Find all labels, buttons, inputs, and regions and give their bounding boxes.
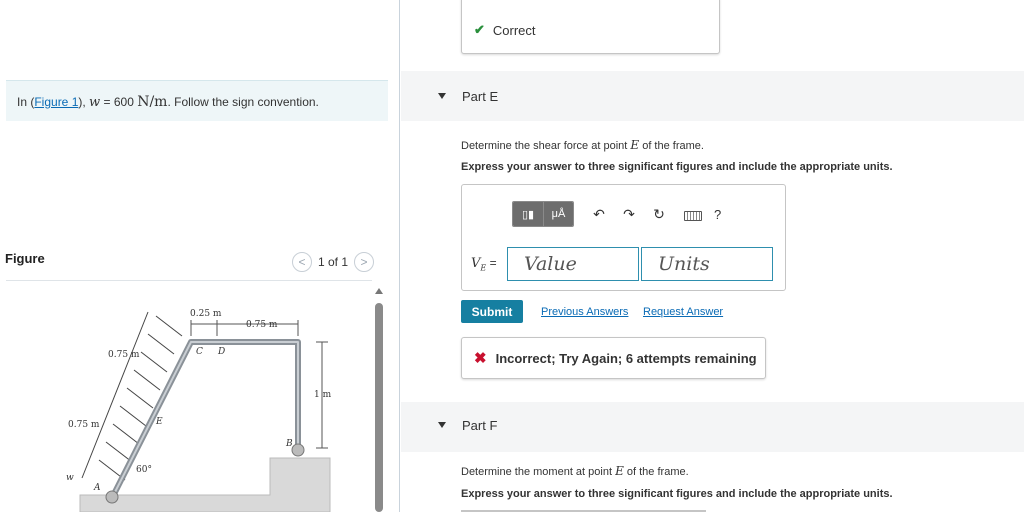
incorrect-text: Incorrect; Try Again; 6 attempts remaini… <box>495 350 757 366</box>
previous-answers-link[interactable]: Previous Answers <box>541 306 628 318</box>
point-d-label: D <box>217 347 225 357</box>
answer-var: V <box>471 255 481 271</box>
answer-toolbar: ▯▮ μÅ ↶ ↷ ↻ ? <box>512 201 721 227</box>
point-c-label: C <box>196 347 203 357</box>
figure-divider <box>6 280 372 281</box>
part-e-question-var: E <box>630 138 640 152</box>
angle-label: 60° <box>136 465 152 475</box>
tool-group: ▯▮ μÅ <box>512 201 574 227</box>
figure-link[interactable]: Figure 1 <box>34 95 78 109</box>
load-unit: N/m <box>137 94 168 110</box>
redo-icon[interactable]: ↷ <box>618 202 640 226</box>
point-a-label: A <box>93 483 101 493</box>
dim-top-cd-label: 0.25 m <box>190 309 222 319</box>
dim-upper-left-label: 0.75 m <box>108 350 140 360</box>
units-icon: μÅ <box>551 208 566 220</box>
support-b <box>291 443 305 457</box>
part-f-question: Determine the moment at point E of the f… <box>461 464 689 478</box>
correct-text: Correct <box>492 22 536 38</box>
frame-figure: 0.25 m 0.75 m 0.75 m 0.75 m 1 m C D E B … <box>66 309 332 512</box>
answer-input-box: ▯▮ μÅ ↶ ↷ ↻ ? VE = Value Units <box>461 184 786 291</box>
value-input[interactable]: Value <box>507 247 639 281</box>
request-answer-link[interactable]: Request Answer <box>643 306 723 318</box>
part-e-question-prefix: Determine the shear force at point <box>461 140 631 152</box>
right-pane: ✔ Correct Part E Determine the shear for… <box>401 0 1024 512</box>
chevron-right-icon: > <box>360 255 368 269</box>
problem-statement: In (Figure 1), w = 600 N/m. Follow the s… <box>6 80 388 121</box>
dim-right-label: 1 m <box>314 390 332 400</box>
part-e-instruction: Express your answer to three significant… <box>461 161 893 173</box>
units-button[interactable]: μÅ <box>543 202 573 226</box>
part-f-title: Part F <box>462 418 498 433</box>
collapse-triangle-icon[interactable] <box>438 422 446 428</box>
part-e-title: Part E <box>462 89 499 104</box>
load-label: w <box>66 473 74 483</box>
part-e-question: Determine the shear force at point E of … <box>461 138 704 152</box>
dim-top-right-label: 0.75 m <box>246 320 278 330</box>
answer-label: VE = <box>471 256 507 272</box>
part-f-question-var: E <box>615 464 624 478</box>
left-pane: In (Figure 1), w = 600 N/m. Follow the s… <box>0 0 400 512</box>
units-input[interactable]: Units <box>641 247 773 281</box>
x-mark-icon: ✖ <box>474 350 487 367</box>
figure-title: Figure <box>5 251 45 266</box>
keyboard-icon[interactable] <box>684 210 702 221</box>
support-a <box>105 490 119 504</box>
incorrect-feedback: ✖ Incorrect; Try Again; 6 attempts remai… <box>461 337 766 379</box>
pager-count: 1 of 1 <box>318 255 349 269</box>
chevron-left-icon: < <box>298 255 306 269</box>
prev-figure-button[interactable]: < <box>292 252 312 272</box>
templates-button[interactable]: ▯▮ <box>513 202 543 226</box>
reset-icon[interactable]: ↻ <box>648 202 670 226</box>
scroll-up-icon[interactable] <box>375 288 383 294</box>
load-variable: w <box>89 95 101 110</box>
help-icon[interactable]: ? <box>714 207 721 222</box>
point-e-label: E <box>155 417 163 427</box>
load-value: = 600 <box>100 95 138 109</box>
answer-equals: = <box>486 255 497 270</box>
figure-scrollbar[interactable] <box>374 288 384 512</box>
point-b-label: B <box>285 439 293 449</box>
undo-icon[interactable]: ↶ <box>588 202 610 226</box>
part-f-header[interactable]: Part F <box>401 402 1024 452</box>
problem-suffix: . Follow the sign convention. <box>167 95 319 109</box>
figure-pager: < 1 of 1 > <box>292 252 375 272</box>
part-f-instruction: Express your answer to three significant… <box>461 488 893 500</box>
next-figure-button[interactable]: > <box>354 252 375 272</box>
dim-lower-left-label: 0.75 m <box>68 420 100 430</box>
part-e-question-suffix: of the frame. <box>639 140 704 152</box>
submit-button[interactable]: Submit <box>461 300 523 323</box>
scroll-thumb[interactable] <box>375 303 383 512</box>
part-e-header[interactable]: Part E <box>401 71 1024 121</box>
collapse-triangle-icon[interactable] <box>438 93 446 99</box>
problem-prefix: In ( <box>17 95 35 109</box>
check-icon: ✔ <box>474 22 485 37</box>
part-f-question-suffix: of the frame. <box>623 466 689 478</box>
part-f-question-prefix: Determine the moment at point <box>461 466 616 478</box>
previous-part-feedback: ✔ Correct <box>461 0 720 54</box>
problem-middle: ), <box>78 95 90 109</box>
answer-row: VE = Value Units <box>471 247 775 281</box>
templates-icon: ▯▮ <box>521 208 535 221</box>
